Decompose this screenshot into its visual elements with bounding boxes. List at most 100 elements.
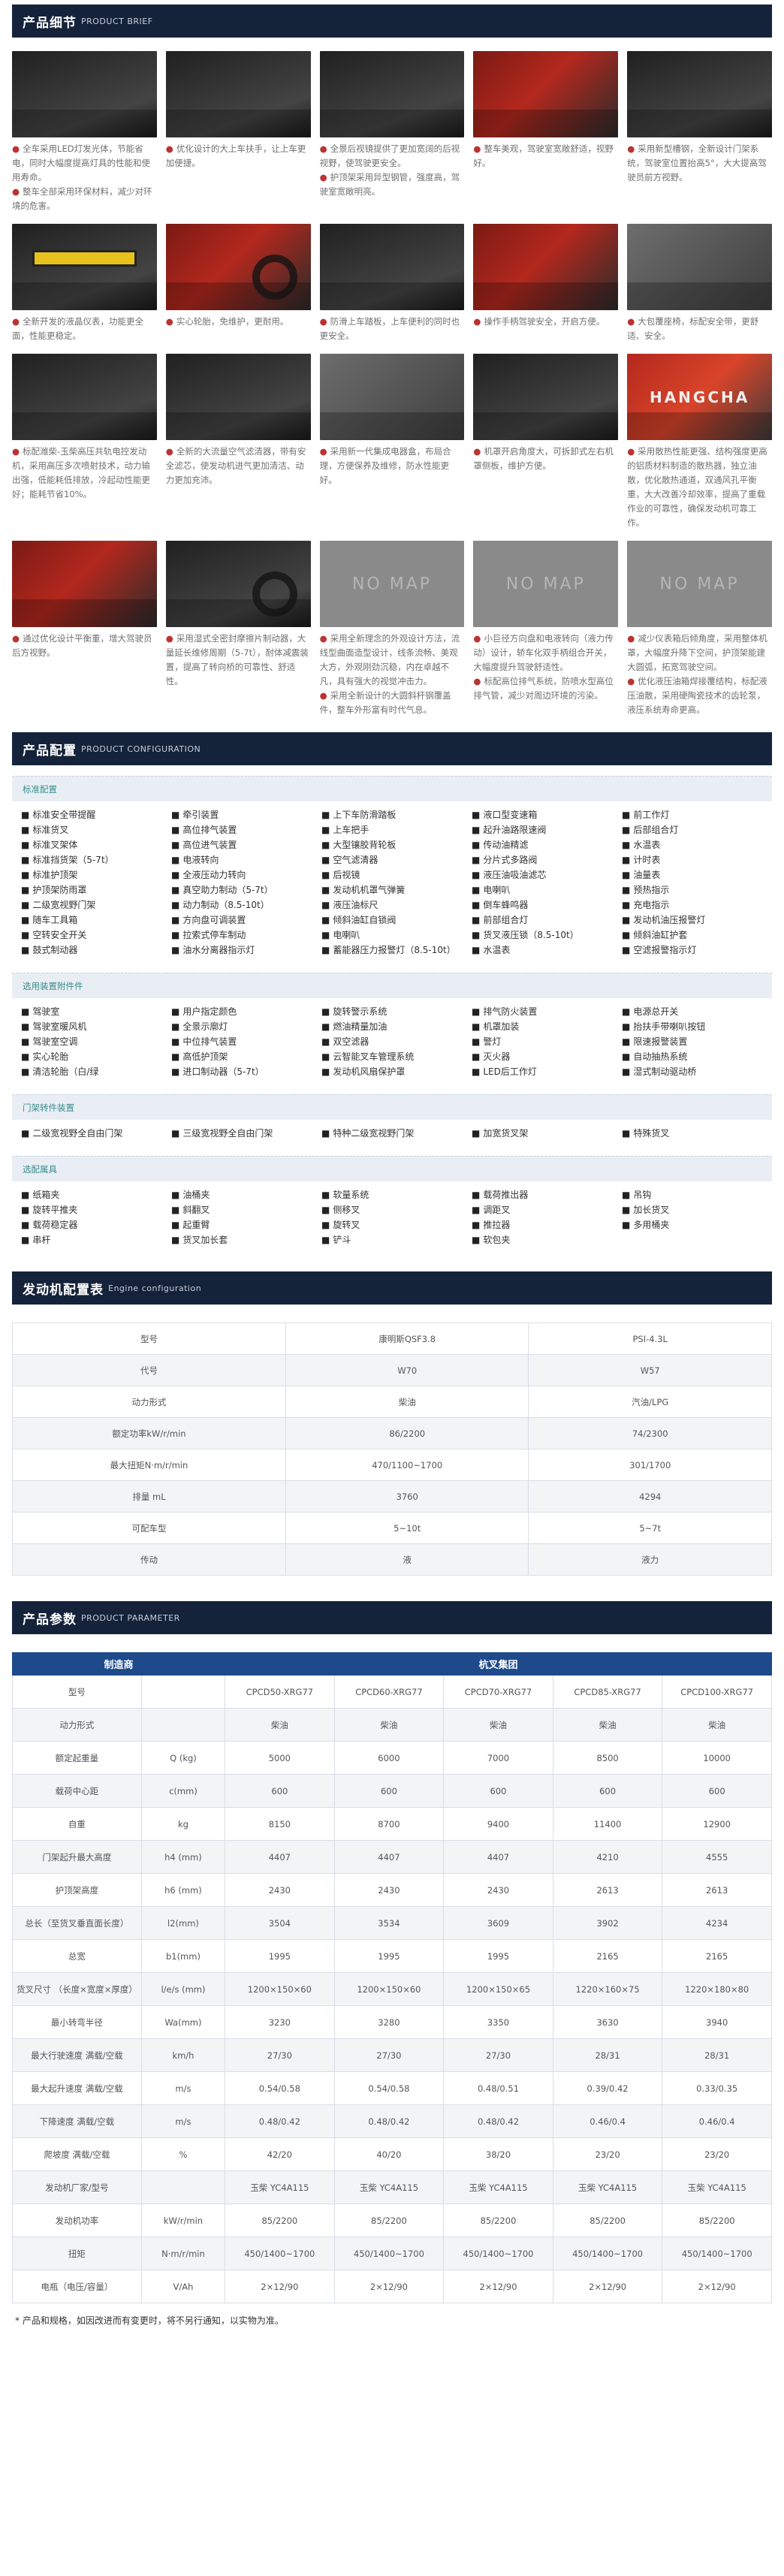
config-item: ■ 特殊货叉: [622, 1126, 772, 1141]
config-item-label: 蓄能器压力报警灯（8.5-10t）: [333, 945, 456, 955]
square-bullet-icon: ■: [21, 840, 30, 850]
config-item-label: 方向盘可调装置: [182, 915, 246, 925]
caption-line: ● 采用新型槽钢，全新设计门架系统，驾驶室位置抬高5°，大大提高驾驶员前方视野。: [627, 142, 772, 185]
config-item-label: 鼓式制动器: [32, 945, 78, 955]
caption-line: ● 全景后视镜提供了更加宽阔的后视视野，使驾驶更安全。: [320, 142, 465, 170]
square-bullet-icon: ■: [622, 1190, 631, 1200]
config-item-label: 软量系统: [333, 1190, 369, 1200]
param-value: CPCD50-XRG77: [225, 1675, 335, 1709]
square-bullet-icon: ■: [171, 1006, 180, 1017]
config-item-label: 空气滤清器: [333, 855, 378, 865]
config-group-title: 选用装置附件件: [12, 973, 772, 998]
config-item: ■ 驾驶室空调: [21, 1034, 171, 1049]
product-photo: NO MAP: [473, 541, 619, 627]
param-value: 4234: [662, 1906, 772, 1940]
param-row: 载荷中心距 c(mm) 600 600 600 600 600: [12, 1774, 772, 1808]
config-item-label: 吊钩: [633, 1190, 652, 1200]
config-item: ■ 电喇叭: [321, 928, 472, 943]
config-item: ■ 前工作灯: [622, 807, 772, 822]
config-item: ■ 货叉液压锁（8.5-10t）: [472, 928, 622, 943]
caption-text: 护顶架采用异型钢管，强度高，驾驶室宽敞明亮。: [319, 172, 460, 197]
product-photo: [165, 541, 311, 627]
config-item: ■ 分片式多路阀: [472, 852, 622, 867]
square-bullet-icon: ■: [472, 855, 481, 865]
config-item: ■ 上车把手: [321, 822, 472, 837]
product-photo: NO MAP: [627, 541, 772, 627]
config-item: ■ 三级宽视野全自由门架: [171, 1126, 321, 1141]
caption-line: ● 防滑上车踏板，上车便利的同时也更安全。: [320, 315, 465, 343]
config-item-label: 排气防火装置: [483, 1006, 538, 1017]
square-bullet-icon: ■: [171, 945, 180, 955]
square-bullet-icon: ■: [472, 885, 481, 895]
config-item: ■ LED后工作灯: [472, 1064, 622, 1079]
config-item: ■ 水温表: [622, 837, 772, 852]
param-value: 8150: [225, 1807, 335, 1841]
param-value: 4407: [225, 1840, 335, 1874]
caption-line: ● 采用散热性能更强、结构强度更高的铝质材料制造的散热器，独立油散，优化散热通道…: [627, 445, 772, 530]
brief-item: ● 采用湿式全密封摩擦片制动器，大量延长维修周期（5-7t），耐体减震装置，提高…: [165, 541, 311, 717]
caption-text: 减少仪表箱后倾角度，采用整体机罩，大幅度升降下空间，护顶架能建大圆弧，拓宽驾驶空…: [627, 633, 767, 672]
config-item: ■ 加长货叉: [622, 1202, 772, 1217]
config-item-label: 旋转叉: [333, 1220, 360, 1230]
param-value: 4407: [333, 1840, 445, 1874]
config-item-label: 倾斜油缸自锁阀: [333, 915, 397, 925]
caption-text: 全新开发的液晶仪表，功能更全面，性能更稳定。: [12, 316, 144, 341]
param-value: 3534: [333, 1906, 445, 1940]
config-item-label: 油量表: [633, 870, 661, 880]
square-bullet-icon: ■: [171, 1066, 180, 1077]
config-item-label: 加宽货叉架: [483, 1128, 529, 1139]
square-bullet-icon: ■: [472, 900, 481, 910]
config-item: ■ 燃油精量加油: [321, 1019, 472, 1034]
bullet-icon: ●: [627, 633, 638, 644]
square-bullet-icon: ■: [321, 1051, 330, 1062]
config-item-label: 灭火器: [483, 1051, 511, 1062]
param-value: 柴油: [333, 1708, 445, 1742]
square-bullet-icon: ■: [321, 945, 330, 955]
param-unit: kW/r/min: [140, 2203, 226, 2237]
param-value: 0.46/0.4: [662, 2104, 772, 2138]
param-unit: Wa(mm): [140, 2005, 226, 2039]
config-item-label: 货叉液压锁（8.5-10t）: [483, 930, 579, 940]
engine-row: 可配车型 5~10t 5~7t: [12, 1512, 772, 1544]
square-bullet-icon: ■: [21, 930, 30, 940]
param-value: 玉柴 YC4A115: [552, 2170, 663, 2204]
brief-title: 产品细节: [23, 15, 77, 31]
param-value: CPCD70-XRG77: [443, 1675, 553, 1709]
config-item: ■ 全液压动力转向: [171, 867, 321, 882]
square-bullet-icon: ■: [21, 1205, 30, 1215]
caption-line: ● 全新的大流量空气滤清器，带有安全滤芯，使发动机进气更加清洁、动力更加充沛。: [166, 445, 311, 487]
square-bullet-icon: ■: [21, 1036, 30, 1047]
param-value: 450/1400~1700: [443, 2237, 553, 2270]
engine-cell: 4294: [528, 1480, 772, 1513]
params-head-brand: 杭叉集团: [225, 1652, 772, 1676]
brief-item: ● 大包覆座椅，标配安全带，更舒适、安全。: [627, 224, 772, 343]
config-item: ■ 抬扶手带喇叭按钮: [622, 1019, 772, 1034]
param-label: 载荷中心距: [12, 1774, 142, 1808]
param-value: 2430: [225, 1873, 335, 1907]
square-bullet-icon: ■: [321, 1066, 330, 1077]
engine-cell: 汽油/LPG: [528, 1386, 772, 1418]
engine-row: 代号 W70 W57: [12, 1354, 772, 1386]
param-value: 27/30: [225, 2038, 335, 2072]
square-bullet-icon: ■: [472, 1128, 481, 1139]
param-value: 6000: [333, 1741, 445, 1775]
caption-text: 大包覆座椅，标配安全带，更舒适、安全。: [627, 316, 759, 341]
param-label: 下降速度 满载/空载: [12, 2104, 142, 2138]
caption-line: ● 通过优化设计平衡重，增大驾驶员后方视野。: [12, 632, 157, 660]
config-item-label: 发动机机罩气弹簧: [333, 885, 406, 895]
brief-item: ● 通过优化设计平衡重，增大驾驶员后方视野。: [12, 541, 157, 717]
config-item-label: 水温表: [633, 840, 661, 850]
square-bullet-icon: ■: [171, 1021, 180, 1032]
config-item: ■ 标准挡货架（5-7t）: [21, 852, 171, 867]
engine-cell: 液力: [528, 1543, 772, 1576]
engine-cell: 液: [285, 1543, 529, 1576]
param-value: 4407: [443, 1840, 553, 1874]
brief-caption: ● 通过优化设计平衡重，增大驾驶员后方视野。: [12, 627, 157, 660]
param-row: 发动机功率 kW/r/min 85/2200 85/2200 85/2200 85/220…: [12, 2203, 772, 2237]
engine-cell: W70: [285, 1354, 529, 1386]
config-item-label: 电液转向: [182, 855, 219, 865]
config-item-label: 货叉加长套: [182, 1235, 228, 1245]
param-value: 柴油: [443, 1708, 553, 1742]
square-bullet-icon: ■: [21, 1235, 30, 1245]
square-bullet-icon: ■: [622, 1128, 631, 1139]
